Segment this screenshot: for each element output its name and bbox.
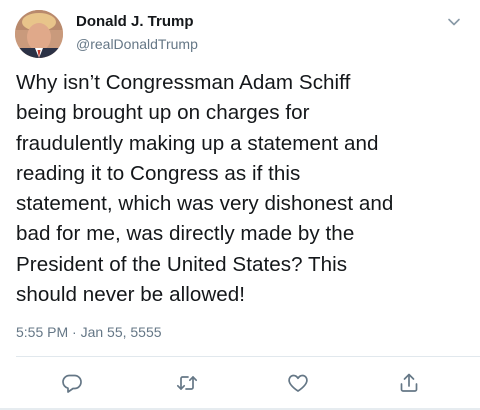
tweet-text: Why isn’t Congressman Adam Schiff being … bbox=[16, 71, 394, 307]
avatar[interactable] bbox=[15, 10, 63, 58]
chevron-down-icon[interactable] bbox=[446, 14, 462, 30]
author-handle[interactable]: @realDonaldTrump bbox=[76, 36, 198, 52]
avatar-photo-icon bbox=[15, 10, 63, 58]
reply-icon[interactable] bbox=[61, 372, 83, 394]
share-icon[interactable] bbox=[398, 372, 420, 394]
divider bbox=[16, 356, 480, 357]
like-icon[interactable] bbox=[287, 372, 309, 394]
retweet-icon[interactable] bbox=[176, 372, 198, 394]
tweet-timestamp[interactable]: 5:55 PM · Jan 55, 5555 bbox=[16, 324, 162, 340]
tweet-card: Donald J. Trump @realDonaldTrump Why isn… bbox=[0, 0, 480, 410]
author-display-name[interactable]: Donald J. Trump bbox=[76, 13, 194, 30]
